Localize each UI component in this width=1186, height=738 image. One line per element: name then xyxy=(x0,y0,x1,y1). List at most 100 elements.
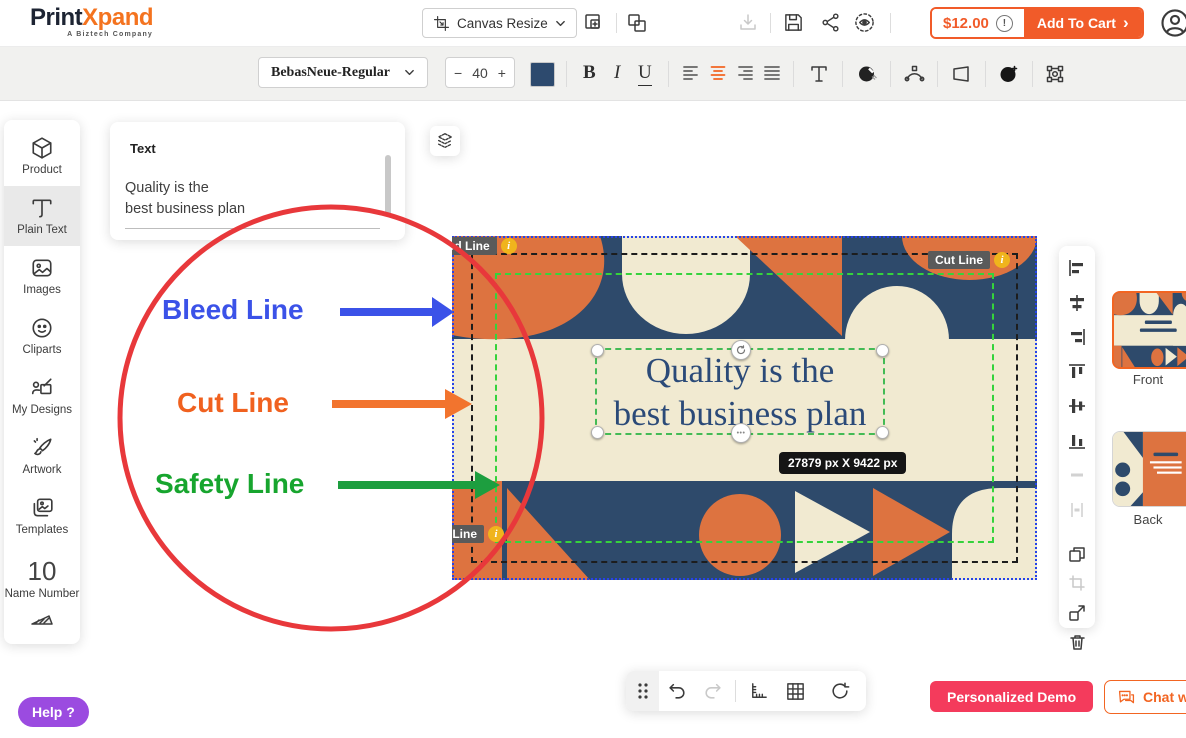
align-right-object-icon[interactable] xyxy=(1067,327,1087,352)
align-top-object-icon[interactable] xyxy=(1067,362,1087,387)
curve-text-icon[interactable] xyxy=(903,63,925,85)
align-right-icon[interactable] xyxy=(735,63,755,83)
transform-icon[interactable] xyxy=(1044,63,1066,85)
app-window: PrintXpand A Biztech Company Canvas Resi… xyxy=(0,0,1186,738)
sidebar-item-my-designs[interactable]: My Designs xyxy=(4,366,80,426)
sidebar-item-artwork[interactable]: Artwork xyxy=(4,426,80,486)
cut-line-tag[interactable]: Cut Line i xyxy=(928,251,1010,269)
font-size-value[interactable]: 40 xyxy=(472,65,488,81)
redo-icon[interactable] xyxy=(703,681,723,701)
ruler-icon[interactable] xyxy=(748,681,769,702)
sidebar-item-name-number[interactable]: 10 Name Number xyxy=(4,546,80,612)
font-size-plus[interactable]: + xyxy=(498,65,506,81)
align-center-v-object-icon[interactable] xyxy=(1067,396,1087,421)
font-size-stepper: − 40 + xyxy=(445,57,515,88)
align-left-object-icon[interactable] xyxy=(1067,258,1087,283)
font-size-minus[interactable]: − xyxy=(454,65,462,81)
divider xyxy=(1032,61,1033,87)
bold-button[interactable]: B xyxy=(583,61,596,85)
sidebar-item-images[interactable]: Images xyxy=(4,246,80,306)
cube-icon xyxy=(30,136,54,160)
text-color-swatch[interactable] xyxy=(530,62,555,87)
divider xyxy=(890,13,891,33)
rotate-canvas-icon[interactable] xyxy=(830,681,850,701)
grid-icon[interactable] xyxy=(785,681,806,702)
front-page-thumbnail[interactable] xyxy=(1112,291,1186,369)
resize-handle-tl[interactable] xyxy=(591,344,604,357)
canvas-resize-icon xyxy=(433,15,450,32)
align-bottom-object-icon[interactable] xyxy=(1067,431,1087,456)
text-style-icon[interactable] xyxy=(808,63,830,85)
canvas-resize-dropdown[interactable]: Canvas Resize xyxy=(422,8,577,38)
delete-icon[interactable] xyxy=(1067,632,1087,652)
distribute-h-icon[interactable] xyxy=(1067,465,1087,490)
align-left-icon[interactable] xyxy=(681,63,701,83)
sidebar-item-more[interactable] xyxy=(4,612,80,640)
italic-button[interactable]: I xyxy=(614,61,620,85)
size-tooltip: 27879 px X 9422 px xyxy=(779,452,906,474)
preview-eye-icon[interactable] xyxy=(854,12,875,33)
info-icon[interactable]: i xyxy=(488,526,504,542)
price-info-icon[interactable]: ! xyxy=(996,15,1013,32)
save-icon[interactable] xyxy=(783,12,804,33)
undo-icon[interactable] xyxy=(667,681,687,701)
drag-handle[interactable]: ••• xyxy=(731,423,751,443)
printxpand-logo[interactable]: PrintXpand A Biztech Company xyxy=(30,6,153,39)
toolbar-drag-handle[interactable] xyxy=(626,671,659,711)
share-icon[interactable] xyxy=(820,12,841,33)
duplicate-object-icon[interactable] xyxy=(1067,544,1087,564)
resize-handle-tr[interactable] xyxy=(876,344,889,357)
sidebar-item-plain-text[interactable]: Plain Text xyxy=(4,186,80,246)
scale-icon[interactable] xyxy=(1067,603,1087,623)
help-button[interactable]: Help ? xyxy=(18,697,89,727)
panel-scrollbar[interactable] xyxy=(385,155,391,217)
sidebar-item-templates[interactable]: Templates xyxy=(4,486,80,546)
resize-handle-bl[interactable] xyxy=(591,426,604,439)
sidebar-item-product[interactable]: Product xyxy=(4,126,80,186)
logo-text: PrintXpand xyxy=(30,4,153,31)
divider xyxy=(616,13,617,33)
download-icon[interactable] xyxy=(737,12,759,34)
divider xyxy=(770,13,771,33)
selection-box[interactable]: ••• xyxy=(595,348,885,435)
skew-shape-icon[interactable] xyxy=(950,63,972,85)
sidebar-item-cliparts[interactable]: Cliparts xyxy=(4,306,80,366)
divider xyxy=(937,61,938,87)
design-canvas[interactable]: Bleed Line i Cut Line i Safety Line i Qu… xyxy=(452,236,1037,580)
personalized-demo-button[interactable]: Personalized Demo xyxy=(930,681,1093,712)
distribute-v-icon[interactable] xyxy=(1067,500,1087,525)
chat-button[interactable]: Chat w xyxy=(1104,680,1186,714)
info-icon[interactable]: i xyxy=(994,252,1010,268)
divider xyxy=(842,61,843,87)
price-value: $12.00 xyxy=(943,15,989,32)
text-input[interactable]: Quality is the best business plan xyxy=(125,178,380,229)
font-family-dropdown[interactable]: BebasNeue-Regular xyxy=(258,57,428,88)
layers-button[interactable] xyxy=(430,126,460,156)
left-sidebar: Product Plain Text Images Cliparts My De… xyxy=(4,120,80,644)
info-icon[interactable]: i xyxy=(501,238,517,254)
rotate-handle[interactable] xyxy=(731,340,751,360)
add-to-cart-button[interactable]: Add To Cart › xyxy=(1024,9,1142,37)
cut-arrow xyxy=(332,389,472,419)
crop-icon[interactable] xyxy=(1067,573,1087,593)
chevron-down-icon xyxy=(404,67,415,78)
text-outline-color-icon[interactable] xyxy=(856,63,878,85)
align-center-icon[interactable] xyxy=(708,63,728,83)
back-page-thumbnail[interactable] xyxy=(1112,431,1186,507)
price-box: $12.00 ! xyxy=(932,9,1024,37)
cart-chevron-icon: › xyxy=(1123,13,1129,33)
brush-icon xyxy=(30,436,54,460)
texture-fill-icon[interactable] xyxy=(998,63,1020,85)
chat-icon xyxy=(1117,688,1136,707)
align-center-h-object-icon[interactable] xyxy=(1067,293,1087,318)
align-justify-icon[interactable] xyxy=(762,63,782,83)
front-page-label: Front xyxy=(1112,372,1184,387)
profile-avatar-icon[interactable] xyxy=(1160,8,1186,38)
resize-handle-br[interactable] xyxy=(876,426,889,439)
back-page-label: Back xyxy=(1112,512,1184,527)
bring-forward-icon[interactable] xyxy=(583,12,605,34)
safety-line-tag[interactable]: Safety Line i xyxy=(452,525,504,543)
duplicate-icon[interactable] xyxy=(626,12,648,34)
underline-button[interactable]: U xyxy=(638,61,652,86)
bleed-line-tag[interactable]: Bleed Line i xyxy=(452,237,517,255)
